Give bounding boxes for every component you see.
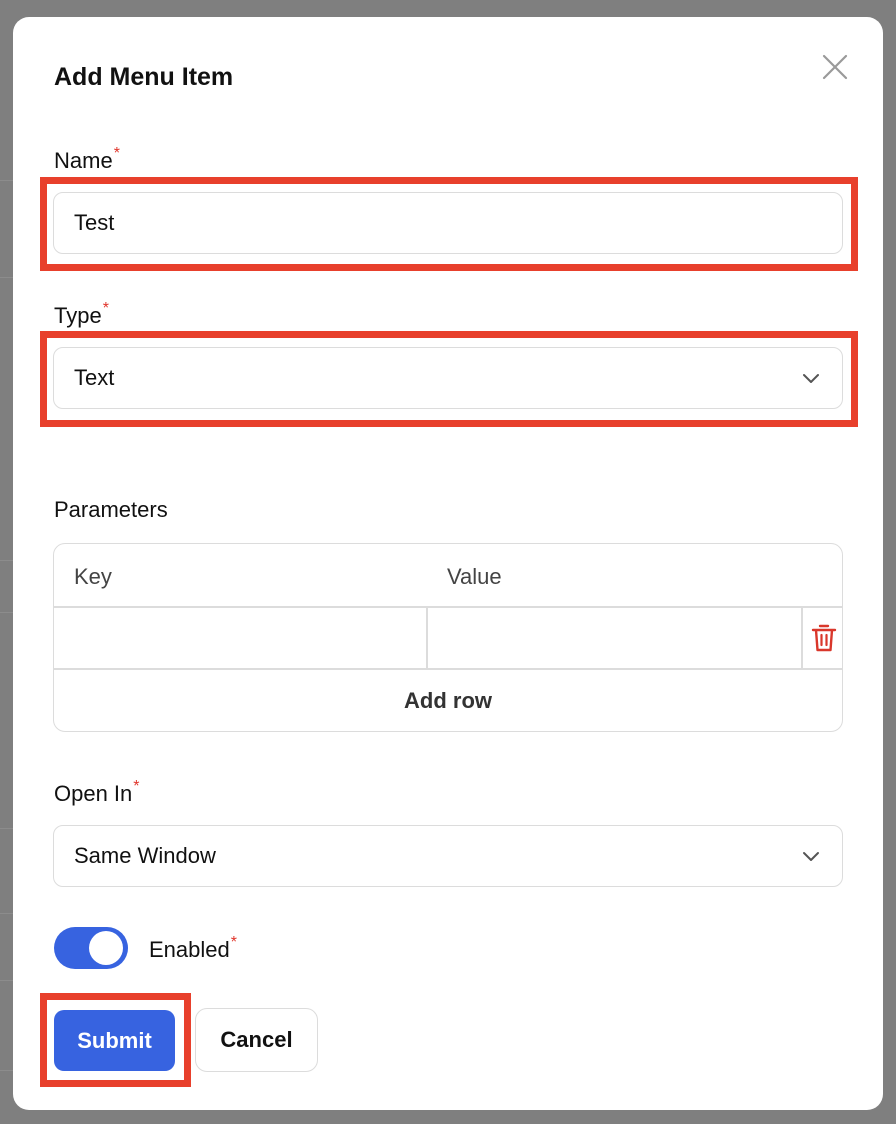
toggle-knob <box>89 931 123 965</box>
type-label: Type* <box>54 300 109 329</box>
open-in-label-text: Open In <box>54 781 133 806</box>
enabled-toggle[interactable] <box>54 927 128 969</box>
param-key-input[interactable] <box>54 607 426 668</box>
name-label-text: Name <box>54 148 113 173</box>
enabled-label-text: Enabled <box>149 937 230 962</box>
close-icon[interactable] <box>819 51 849 81</box>
background-divider <box>0 612 13 613</box>
name-label: Name* <box>54 145 120 174</box>
type-label-text: Type <box>54 303 102 328</box>
background-divider <box>0 1070 13 1071</box>
enabled-label: Enabled* <box>149 934 237 963</box>
name-input[interactable]: Test <box>53 192 843 254</box>
background-divider <box>0 980 13 981</box>
param-value-input[interactable] <box>428 607 800 668</box>
background-divider <box>0 913 13 914</box>
background-divider <box>0 277 13 278</box>
background-divider <box>0 180 13 181</box>
required-mark: * <box>102 300 109 317</box>
type-select-value: Text <box>74 365 115 390</box>
column-header-value: Value <box>447 564 502 589</box>
cancel-button[interactable]: Cancel <box>195 1008 318 1072</box>
name-input-value: Test <box>74 210 115 235</box>
background-divider <box>0 560 13 561</box>
open-in-label: Open In* <box>54 778 140 807</box>
required-mark: * <box>133 778 140 795</box>
background-divider <box>0 828 13 829</box>
type-select[interactable]: Text <box>53 347 843 409</box>
open-in-select[interactable]: Same Window <box>53 825 843 887</box>
column-header-key: Key <box>74 564 112 589</box>
add-menu-item-dialog: Add Menu Item Name* Test Type* Text Para… <box>13 17 883 1110</box>
parameters-table: Key Value Add row <box>53 543 843 732</box>
open-in-select-value: Same Window <box>74 843 216 868</box>
submit-button[interactable]: Submit <box>54 1010 175 1071</box>
chevron-down-icon <box>803 374 819 383</box>
trash-icon[interactable] <box>811 623 837 653</box>
table-divider <box>801 606 803 668</box>
required-mark: * <box>230 934 237 951</box>
chevron-down-icon <box>803 852 819 861</box>
parameters-label: Parameters <box>54 497 168 522</box>
dialog-title: Add Menu Item <box>54 63 234 91</box>
required-mark: * <box>113 145 120 162</box>
add-row-button[interactable]: Add row <box>54 670 842 731</box>
